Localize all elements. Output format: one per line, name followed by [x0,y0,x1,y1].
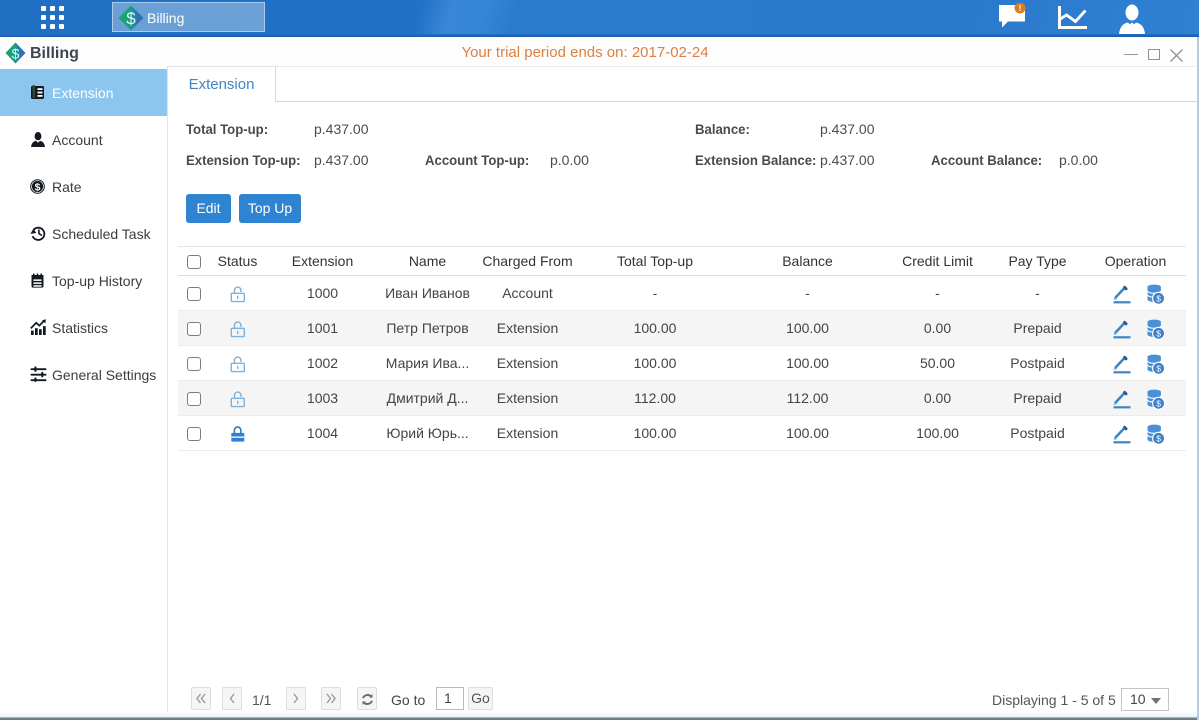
svg-text:$: $ [35,181,41,193]
svg-text:$: $ [12,46,20,62]
svg-text:$: $ [1156,433,1161,443]
svg-text:$: $ [1156,328,1161,338]
svg-text:$: $ [1156,398,1161,408]
svg-text:$: $ [1156,363,1161,373]
svg-text:$: $ [126,9,136,28]
svg-text:!: ! [1019,3,1022,13]
svg-text:$: $ [1156,293,1161,303]
